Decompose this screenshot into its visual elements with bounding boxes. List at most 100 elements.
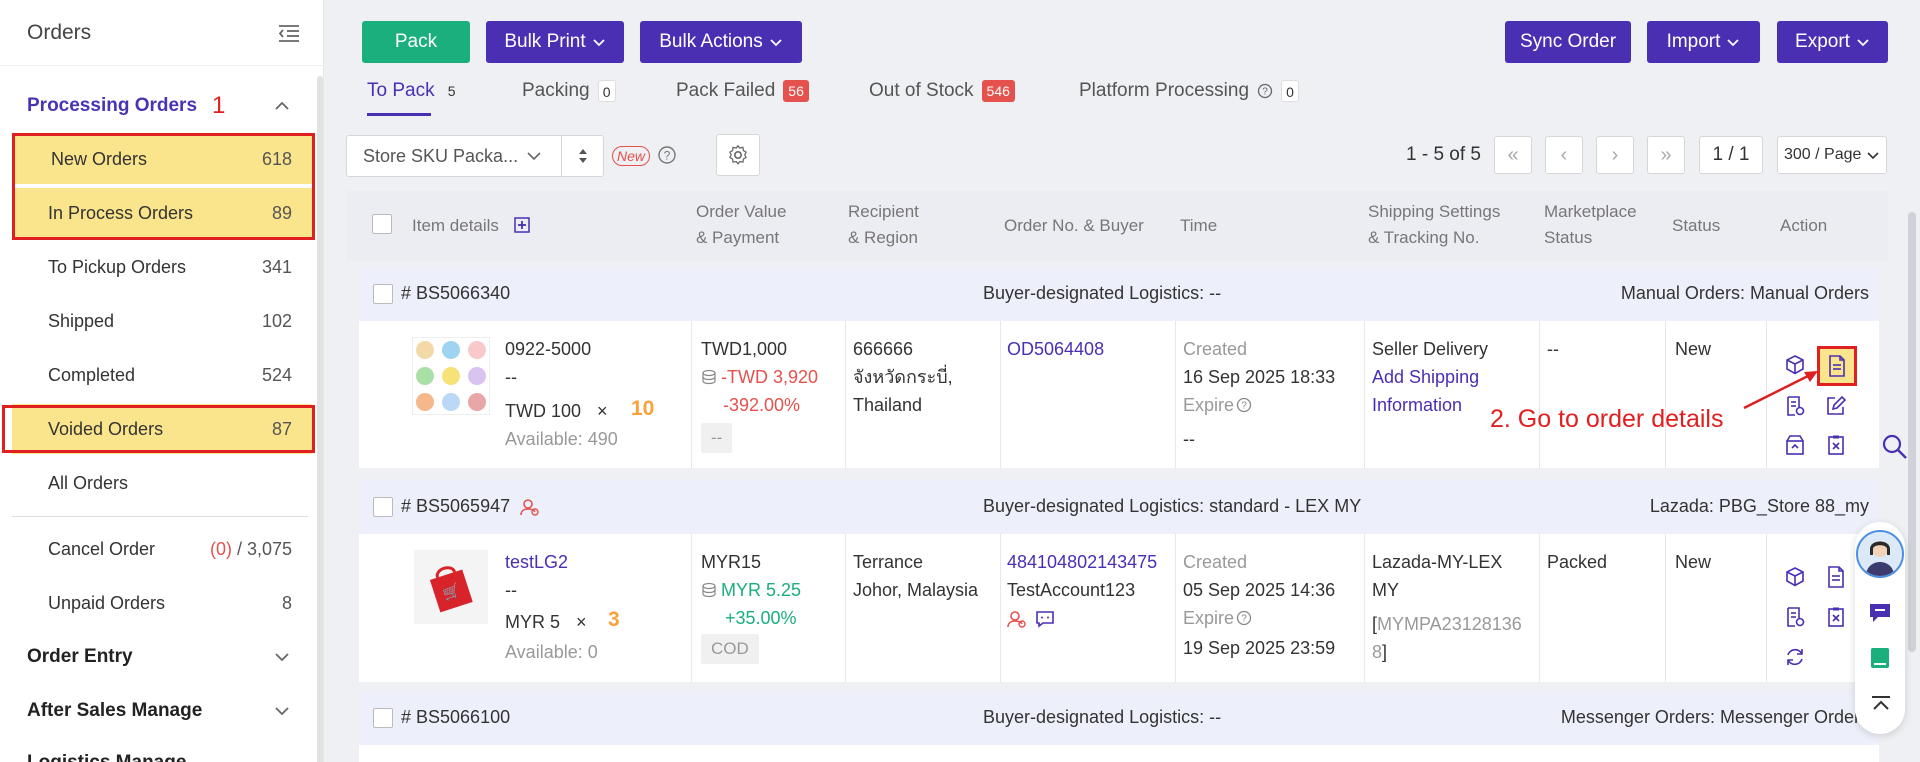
tracking-number[interactable]: [MYMPA23128136 [1372,610,1522,638]
bulk-print-button[interactable]: Bulk Print [486,21,624,63]
next-page-button[interactable]: › [1596,136,1634,174]
pack-button[interactable]: Pack [362,21,470,63]
void-order-icon[interactable] [1824,433,1848,457]
first-page-button[interactable]: « [1494,136,1532,174]
main-scrollbar[interactable] [1908,212,1916,652]
tracking-text: 8 [1372,642,1383,662]
expire-time: -- [1183,429,1195,449]
out-of-stock-box-icon[interactable] [1783,433,1807,457]
add-shipping-link[interactable]: Add Shipping [1372,363,1479,391]
order-number-link[interactable]: OD5064408 [1007,335,1104,363]
tracking-number-line2[interactable]: 8] [1372,638,1387,666]
chat-bubble-icon[interactable] [1868,602,1892,624]
sidebar-item-to-pickup-orders[interactable]: To Pickup Orders 341 [12,242,312,292]
sidebar-item-completed[interactable]: Completed 524 [12,350,312,400]
cancel-count-highlight: (0) [209,538,232,559]
tab-label: Platform Processing [1079,80,1250,101]
last-page-button[interactable]: » [1647,136,1685,174]
order-number-link[interactable]: 484104802143475 [1007,548,1157,576]
profit-value: MYR 5.25 [721,580,802,600]
void-order-icon[interactable] [1824,605,1848,629]
store-sku-package-select[interactable]: Store SKU Packa... [346,135,604,177]
per-page-select[interactable]: 300 / Page [1777,136,1887,174]
chevron-down-icon[interactable] [272,701,292,721]
help-icon[interactable]: ? [1236,397,1252,413]
header-line: & Tracking No. [1368,228,1480,247]
product-thumbnail[interactable] [412,337,490,415]
sidebar-item-unpaid-orders[interactable]: Unpaid Orders 8 [12,578,312,628]
export-button[interactable]: Export [1777,21,1888,63]
order-header: # BS5065947 Buyer-designated Logistics: … [359,480,1879,534]
header-line: Status [1544,228,1593,247]
sidebar-item-label: Completed [48,364,136,385]
expand-all-icon[interactable] [514,217,530,233]
product-thumbnail[interactable]: 🛒 [414,550,488,624]
header-line: & Region [848,228,918,247]
order-store: Manual Orders: Manual Orders [1620,283,1869,303]
book-icon[interactable] [1868,646,1892,670]
order-logistics: Buyer-designated Logistics: standard - L… [983,496,1362,516]
edit-icon[interactable] [1824,394,1848,418]
highlight-box-new-in-process [12,133,315,240]
pack-icon[interactable] [1783,565,1807,589]
bulk-actions-button[interactable]: Bulk Actions [640,21,802,63]
sidebar-scrollbar[interactable] [317,76,323,762]
document-icon[interactable] [1824,565,1848,589]
pack-label: Pack [394,31,438,52]
active-tab-indicator [367,113,431,116]
item-unit-price: TWD 100 [505,401,582,421]
sidebar-group-logistics[interactable]: Logistics Manage [27,752,186,762]
chevron-up-icon[interactable] [272,96,292,116]
header-status: Status [1672,216,1721,235]
order-header: # BS5066340 Buyer-designated Logistics: … [359,267,1879,321]
column-divider [1175,321,1176,468]
column-divider [1766,534,1767,682]
refresh-icon[interactable] [1783,645,1807,669]
order-value: TWD1,000 [701,339,788,359]
support-avatar[interactable] [1856,530,1904,578]
order-checkbox[interactable] [373,708,393,728]
add-shipping-link-line2[interactable]: Information [1372,391,1462,419]
order-checkbox[interactable] [373,497,393,517]
sync-order-button[interactable]: Sync Order [1505,21,1631,63]
print-list-icon[interactable] [1783,605,1807,629]
help-icon[interactable]: ? [1236,610,1252,626]
buyer-warning-icon[interactable] [1007,610,1027,628]
sidebar-group-processing-orders[interactable]: Processing Orders [27,95,197,117]
order-details-button[interactable] [1817,346,1857,386]
back-to-top-icon[interactable] [1870,694,1892,716]
settings-button[interactable] [716,134,760,176]
sort-toggle[interactable] [561,136,603,176]
tab-to-pack[interactable]: To Pack 5 [367,76,461,106]
bracket: ] [1382,642,1388,662]
item-sku-link[interactable]: testLG2 [505,548,568,576]
sidebar-item-cancel-order[interactable]: Cancel Order (0) / 3,075 [12,524,312,574]
sidebar-group-after-sales[interactable]: After Sales Manage [27,700,202,722]
header-order-value: Order Value & Payment [696,199,786,251]
pager-range: 1 - 5 of 5 [1406,144,1481,165]
sidebar-item-all-orders[interactable]: All Orders [12,458,312,508]
tab-platform-processing[interactable]: Platform Processing? 0 [1079,76,1300,106]
help-icon[interactable]: ? [657,145,677,165]
select-all-checkbox[interactable] [372,214,392,234]
page-indicator[interactable]: 1 / 1 [1699,136,1763,174]
tab-count: 5 [447,83,456,99]
item-sku: 0922-5000 [505,339,592,359]
chat-icon[interactable] [1035,610,1055,628]
tab-out-of-stock[interactable]: Out of Stock 546 [869,76,1015,106]
sidebar-item-shipped[interactable]: Shipped 102 [12,296,312,346]
tab-packing[interactable]: Packing 0 [522,76,616,106]
collapse-sidebar-icon[interactable] [278,22,300,44]
header-line: Shipping Settings [1368,202,1501,221]
order-id: # BS5066100 [401,707,510,728]
prev-page-button[interactable]: ‹ [1545,136,1583,174]
search-icon[interactable] [1880,432,1908,460]
sidebar-divider [12,516,308,517]
chevron-down-icon[interactable] [272,647,292,667]
sidebar-group-order-entry[interactable]: Order Entry [27,646,133,668]
svg-text:?: ? [664,149,671,163]
import-button[interactable]: Import [1647,21,1760,63]
order-checkbox[interactable] [373,284,393,304]
tab-pack-failed[interactable]: Pack Failed 56 [676,76,809,106]
coins-icon [702,369,716,385]
